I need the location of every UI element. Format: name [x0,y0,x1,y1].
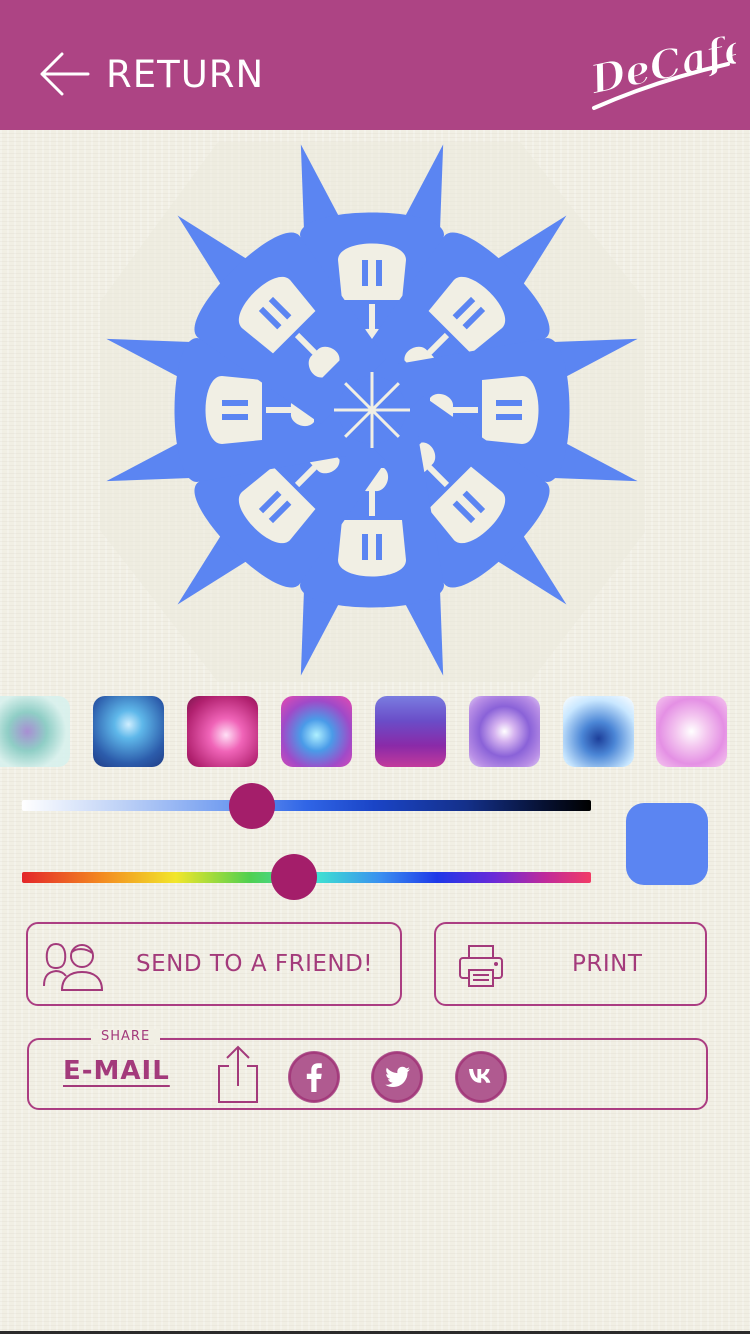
facebook-share-button[interactable] [288,1051,340,1103]
share-upload-icon[interactable] [215,1044,261,1104]
send-to-friend-label: SEND TO A FRIEND! [136,951,374,977]
texture-swatch-7[interactable] [563,696,634,767]
selected-color-swatch [626,803,708,885]
hue-slider-knob[interactable] [271,854,317,900]
texture-swatch-8[interactable] [656,696,727,767]
texture-swatch-3[interactable] [187,696,258,767]
vk-share-button[interactable] [455,1051,507,1103]
texture-swatch-6[interactable] [469,696,540,767]
texture-swatch-1[interactable] [0,696,70,767]
twitter-share-button[interactable] [371,1051,423,1103]
send-to-friend-button[interactable]: SEND TO A FRIEND! [26,922,402,1006]
share-panel: SHARE E-MAIL [27,1029,708,1110]
print-label: PRINT [572,951,643,977]
brightness-slider-track[interactable] [22,800,591,811]
top-bar: RETURN DeCafe [0,0,750,130]
arrow-left-icon [40,52,90,96]
texture-swatch-5[interactable] [375,696,446,767]
vk-icon [456,1052,506,1102]
texture-swatch-2[interactable] [93,696,164,767]
two-people-icon [43,942,104,991]
snowflake-canvas[interactable] [100,142,645,682]
facebook-icon [289,1052,339,1102]
return-label: RETURN [106,52,265,96]
email-share-link[interactable]: E-MAIL [63,1056,170,1086]
texture-picker [0,696,750,770]
decafe-logo: DeCafe [588,28,736,110]
snowflake-image [100,142,645,682]
return-button[interactable]: RETURN [38,46,264,102]
texture-swatch-4[interactable] [281,696,352,767]
share-title: SHARE [91,1029,161,1044]
print-button[interactable]: PRINT [434,922,707,1006]
twitter-icon [372,1052,422,1102]
printer-icon [459,945,503,987]
brightness-slider-knob[interactable] [229,783,275,829]
